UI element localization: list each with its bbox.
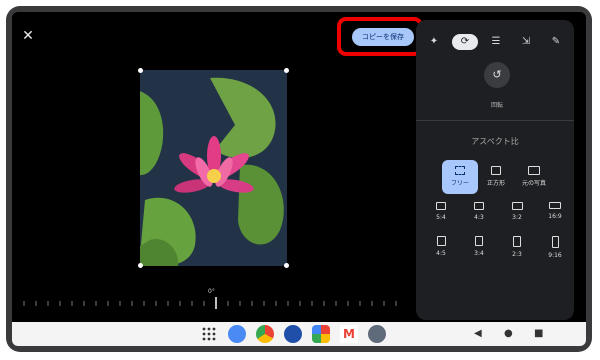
- system-navbar: M ◀ ● ■: [12, 322, 586, 346]
- ratio-9-16-icon: [551, 236, 559, 248]
- ratio-4-3[interactable]: 4:3: [466, 202, 492, 221]
- adjust-icon[interactable]: ☰: [486, 34, 506, 50]
- sparkle-icon[interactable]: ✦: [424, 34, 444, 50]
- back-icon[interactable]: ◀: [474, 327, 482, 341]
- ratio-16-9-icon: [549, 202, 561, 209]
- crop-handle-top-left[interactable]: [138, 68, 143, 73]
- ratio-label: 9:16: [548, 252, 562, 259]
- gmail-icon[interactable]: M: [340, 325, 358, 343]
- ratio-label: 3:2: [512, 214, 522, 221]
- rotation-ruler[interactable]: [20, 296, 408, 310]
- recents-icon[interactable]: ■: [534, 327, 543, 341]
- rotate-label: 回転: [490, 102, 503, 109]
- square-icon: [491, 166, 501, 175]
- water-lily-photo: [140, 70, 287, 266]
- rotation-degrees: 0°: [208, 288, 215, 295]
- ratio-label: 4:5: [436, 250, 446, 257]
- settings-icon[interactable]: [368, 325, 386, 343]
- ratio-label: 4:3: [474, 214, 484, 221]
- export-icon[interactable]: ⇲: [516, 34, 536, 50]
- ratio-label: 2:3: [512, 251, 522, 258]
- ratio-2-3[interactable]: 2:3: [504, 236, 530, 258]
- ratio-5-4[interactable]: 5:4: [428, 202, 454, 221]
- original-photo-icon: [528, 166, 540, 175]
- photos-icon[interactable]: [312, 325, 330, 343]
- aspect-option-label: 元の写真: [521, 180, 546, 187]
- home-icon[interactable]: ●: [504, 327, 513, 341]
- edit-side-panel: ✦ ⟳ ☰ ⇲ ✎ ↺ 回転 アスペクト比 フリー 正方形 元の写真 5:4 4…: [416, 20, 574, 320]
- aspect-option-original[interactable]: 元の写真: [516, 160, 552, 194]
- chrome-icon[interactable]: [256, 325, 274, 343]
- crop-handle-bottom-left[interactable]: [138, 263, 143, 268]
- markup-icon[interactable]: ✎: [546, 34, 566, 50]
- close-icon[interactable]: ✕: [20, 28, 36, 44]
- photo-editor-screen: ✕ コピーを保存 0° ✦ ⟳ ☰ ⇲ ✎ ↺ 回転 アスペクト比 フリー 正方…: [12, 12, 586, 346]
- ratio-label: 3:4: [474, 250, 484, 257]
- ratio-3-2-icon: [511, 202, 523, 210]
- highlight-box: [337, 17, 423, 56]
- crop-handle-bottom-right[interactable]: [284, 263, 289, 268]
- camera-icon[interactable]: [284, 325, 302, 343]
- panel-divider: [416, 120, 574, 121]
- contacts-icon[interactable]: [228, 325, 246, 343]
- ratio-label: 5:4: [436, 214, 446, 221]
- aspect-option-free[interactable]: フリー: [442, 160, 478, 194]
- ratio-4-3-icon: [474, 202, 484, 210]
- aspect-option-label: フリー: [450, 180, 469, 187]
- ratio-4-5[interactable]: 4:5: [428, 236, 454, 257]
- ratio-2-3-icon: [513, 236, 521, 247]
- ratio-3-4[interactable]: 3:4: [466, 236, 492, 257]
- free-crop-icon: [455, 166, 465, 175]
- aspect-option-label: 正方形: [486, 180, 505, 187]
- ratio-4-5-icon: [436, 236, 446, 246]
- aspect-ratio-title: アスペクト比: [471, 137, 519, 146]
- rotate-button[interactable]: ↺: [484, 62, 510, 88]
- ratio-3-4-icon: [475, 236, 483, 246]
- ratio-16-9[interactable]: 16:9: [542, 202, 568, 220]
- ratio-label: 16:9: [548, 213, 562, 220]
- ratio-5-4-icon: [436, 202, 446, 210]
- photo-crop-area[interactable]: [140, 70, 287, 266]
- ratio-3-2[interactable]: 3:2: [504, 202, 530, 221]
- crop-handle-top-right[interactable]: [284, 68, 289, 73]
- ratio-9-16[interactable]: 9:16: [542, 236, 568, 259]
- crop-rotate-icon[interactable]: ⟳: [452, 34, 478, 50]
- apps-grid-icon[interactable]: [200, 325, 218, 343]
- aspect-option-square[interactable]: 正方形: [478, 160, 514, 194]
